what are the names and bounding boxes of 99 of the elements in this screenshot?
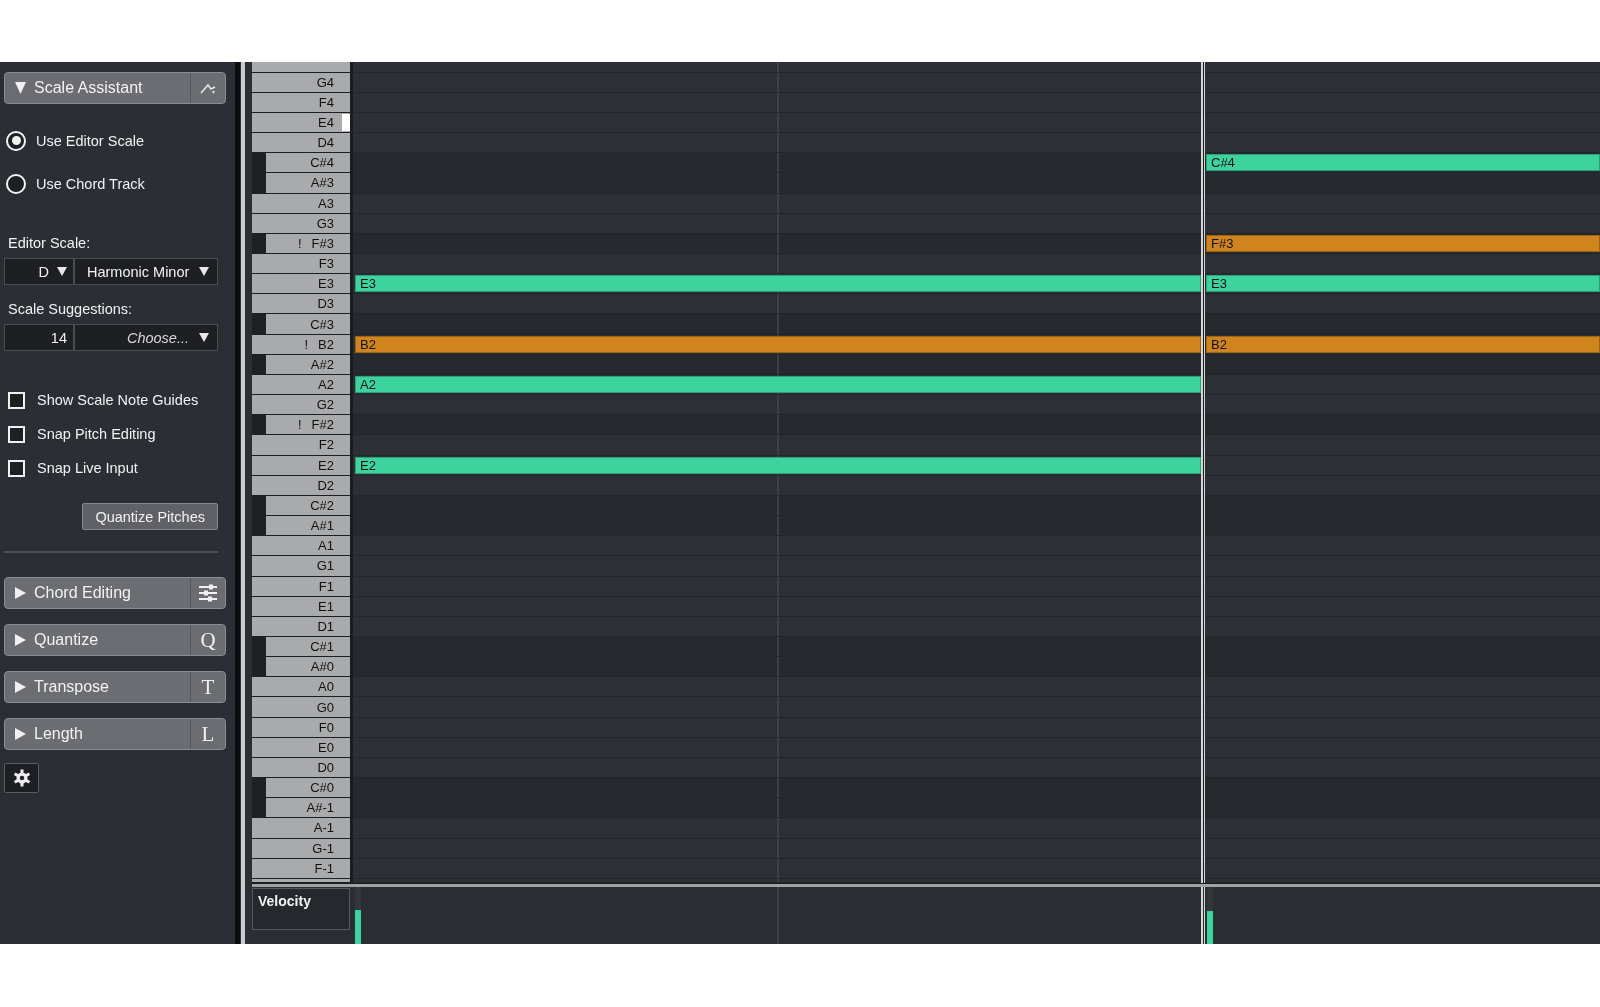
section-header[interactable]: Quantize Q [4,624,226,656]
triangle-icon [15,82,26,94]
midi-note[interactable]: F#3 [1206,234,1600,252]
checkbox-label: Show Scale Note Guides [37,392,199,408]
caret-icon [57,267,67,276]
piano-key[interactable]: C#3 [266,314,350,335]
piano-key[interactable]: G3 [252,213,350,234]
midi-note[interactable]: E2 [355,456,1201,474]
midi-note[interactable]: E3 [355,275,1201,293]
piano-key[interactable]: F3 [252,254,350,275]
piano-key[interactable]: F2 [252,435,350,456]
piano-key[interactable]: G4 [252,72,350,93]
piano-key[interactable]: E2 [252,455,350,476]
piano-key[interactable]: A1 [252,536,350,557]
sliders-icon [198,584,218,602]
piano-key[interactable]: F0 [252,717,350,738]
velocity-label: Velocity [252,888,350,930]
piano-key[interactable]: E3 [252,274,350,295]
sharp-key[interactable] [252,516,266,537]
piano-key[interactable]: ! F#2 [266,415,350,436]
field-label: Scale Suggestions: [8,301,134,317]
triangle-icon [15,634,26,646]
piano-key[interactable]: A#0 [266,657,350,678]
piano-key[interactable]: D0 [252,757,350,779]
piano-key[interactable] [252,62,350,73]
section-header[interactable]: Scale Assistant [4,72,226,104]
section-icon: L [201,723,215,745]
checkbox-label: Snap Live Input [37,460,138,476]
radio-label: Use Editor Scale [36,132,144,149]
scale-dropdown[interactable]: Harmonic Minor [74,258,218,285]
piano-key[interactable]: E4 [252,112,350,134]
velocity-bar[interactable] [355,909,361,944]
midi-note[interactable]: B2 [355,335,1201,353]
checkbox-label: Snap Pitch Editing [37,426,156,442]
line-graph-icon [200,81,216,95]
piano-key[interactable]: A#2 [266,354,350,375]
piano-key[interactable]: A#3 [266,173,350,194]
count-field: 14 [4,324,74,351]
piano-key[interactable]: G-1 [252,838,350,859]
piano-key[interactable]: C#1 [266,636,350,658]
key-highlight [342,113,350,132]
piano-key[interactable]: F4 [252,92,350,113]
piano-key[interactable]: D4 [252,133,350,154]
radio-label: Use Chord Track [36,175,145,192]
sharp-key[interactable] [252,657,266,678]
piano-key[interactable]: D2 [252,475,350,496]
warning-mark: ! [297,235,302,251]
midi-note[interactable]: C#4 [1206,154,1600,172]
midi-note[interactable]: B2 [1206,335,1600,353]
section-header[interactable]: Length L [4,718,226,750]
piano-key[interactable]: ! F#3 [266,233,350,254]
piano-key[interactable]: E0 [252,737,350,758]
checkbox[interactable] [8,459,25,477]
velocity-bar[interactable] [1207,910,1213,944]
caret-icon [199,267,209,276]
suggestion-dropdown[interactable]: Choose... [74,324,218,351]
panel-splitter[interactable] [235,62,252,944]
sharp-key[interactable] [252,798,266,819]
quantize-pitches-button[interactable]: Quantize Pitches [82,503,218,530]
root-dropdown[interactable]: D [4,258,74,285]
piano-key[interactable]: ! B2 [252,334,350,355]
radio-button[interactable] [6,173,26,194]
piano-key[interactable] [252,878,350,883]
midi-note[interactable]: E3 [1206,275,1600,293]
piano-key[interactable]: D3 [252,294,350,315]
piano-key[interactable]: D1 [252,616,350,637]
sharp-key[interactable] [252,415,266,436]
section-header[interactable]: Transpose T [4,671,226,703]
checkbox[interactable] [8,425,25,443]
section-header[interactable]: Chord Editing [4,577,226,609]
piano-key[interactable]: C#4 [266,153,350,174]
checkbox[interactable] [8,391,25,409]
settings-button[interactable] [4,763,39,793]
piano-key[interactable]: A2 [252,374,350,396]
caret-icon [199,333,209,342]
settings-icon [12,769,31,787]
midi-note[interactable]: A2 [355,375,1201,394]
section-icon: T [201,676,215,698]
piano-key[interactable]: A#1 [266,516,350,537]
radio-button[interactable] [6,130,26,151]
piano-key[interactable]: A#-1 [266,798,350,819]
piano-key[interactable]: A3 [252,193,350,214]
piano-key[interactable]: E1 [252,596,350,617]
warning-mark: ! [297,417,302,433]
triangle-icon [15,728,26,740]
piano-key[interactable]: G2 [252,395,350,416]
piano-key[interactable]: A0 [252,677,350,698]
piano-key[interactable]: F-1 [252,858,350,879]
piano-key[interactable]: C#0 [266,778,350,799]
section-icon: Q [200,629,216,651]
piano-key[interactable]: G1 [252,556,350,577]
piano-key[interactable]: G0 [252,697,350,718]
triangle-icon [15,587,26,599]
warning-mark: ! [304,336,309,352]
piano-key[interactable]: F1 [252,576,350,597]
field-label: Editor Scale: [8,235,92,251]
piano-key[interactable]: C#2 [266,495,350,517]
piano-key[interactable]: A-1 [252,818,350,839]
triangle-icon [15,681,26,693]
